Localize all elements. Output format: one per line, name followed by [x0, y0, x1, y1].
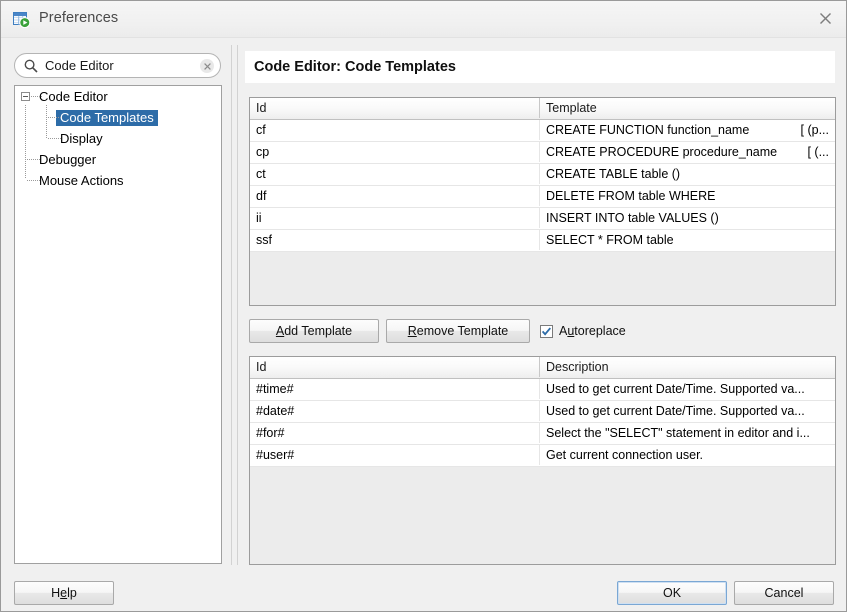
cell-template: SELECT * FROM table [540, 230, 835, 250]
cell-id: #time# [250, 379, 540, 399]
table-row[interactable]: cp CREATE PROCEDURE procedure_name [ (..… [250, 142, 835, 164]
cell-id: ii [250, 208, 540, 228]
title-bar: Preferences [1, 1, 846, 38]
cell-id: ssf [250, 230, 540, 250]
add-template-label-post: dd Template [284, 324, 353, 338]
table-row[interactable]: #user# Get current connection user. [250, 445, 835, 467]
table-row[interactable]: ssf SELECT * FROM table [250, 230, 835, 252]
variables-table[interactable]: Id Description #time# Used to get curren… [249, 356, 836, 565]
autoreplace-label: Autoreplace [559, 324, 626, 338]
autoreplace-label-post: toreplace [574, 324, 626, 338]
tree-guide [27, 180, 41, 181]
table-row[interactable]: ct CREATE TABLE table () [250, 164, 835, 186]
add-template-mnemonic: A [275, 324, 285, 338]
column-header-template[interactable]: Template [540, 98, 835, 118]
page-title-text: Code Editor: Code Templates [254, 59, 456, 75]
add-template-button[interactable]: Add Template [249, 319, 379, 343]
tree-guide [31, 96, 42, 97]
cell-template-tail: [ (... [807, 145, 829, 159]
cell-template: CREATE TABLE table () [540, 164, 835, 184]
sidebar-item-label: Display [60, 130, 103, 146]
preferences-dialog: Preferences Code Editor Code Editor Code… [0, 0, 847, 612]
tree-guide [27, 159, 41, 160]
sidebar-item-label: Debugger [39, 151, 97, 167]
table-row[interactable]: ii INSERT INTO table VALUES () [250, 208, 835, 230]
help-mnemonic: e [60, 586, 68, 600]
search-box[interactable] [14, 53, 221, 78]
templates-table[interactable]: Id Template cf CREATE FUNCTION function_… [249, 97, 836, 306]
cell-template: CREATE PROCEDURE procedure_name [ (... [540, 142, 835, 162]
checkbox-box[interactable] [540, 324, 553, 338]
cell-description: Get current connection user. [546, 448, 704, 462]
window-title: Preferences [39, 10, 119, 26]
remove-template-mnemonic: R [407, 324, 417, 338]
clear-icon[interactable] [200, 59, 214, 73]
cell-id: #date# [250, 401, 540, 421]
cell-template-text: DELETE FROM table WHERE [546, 189, 716, 203]
cell-id: #for# [250, 423, 540, 443]
table-header-row: Id Description [250, 357, 835, 379]
table-row[interactable]: df DELETE FROM table WHERE [250, 186, 835, 208]
cell-template-text: INSERT INTO table VALUES () [546, 211, 719, 225]
ok-button[interactable]: OK [617, 581, 727, 605]
cell-description: Used to get current Date/Time. Supported… [546, 404, 805, 418]
table-row[interactable]: #date# Used to get current Date/Time. Su… [250, 401, 835, 423]
search-icon [23, 58, 39, 74]
cell-template-text: CREATE TABLE table () [546, 167, 681, 181]
cell-template: INSERT INTO table VALUES () [540, 208, 835, 228]
check-icon [541, 327, 551, 336]
table-row[interactable]: #time# Used to get current Date/Time. Su… [250, 379, 835, 401]
collapse-icon[interactable] [21, 92, 30, 101]
column-header-description[interactable]: Description [540, 357, 835, 377]
help-label-post: lp [67, 586, 77, 600]
cell-template-text: CREATE PROCEDURE procedure_name [546, 145, 778, 159]
cell-id: #user# [250, 445, 540, 465]
sidebar-item-mouse-actions[interactable]: Mouse Actions [15, 170, 221, 191]
sidebar-item-display[interactable]: Display [15, 128, 221, 149]
tree-guide [48, 138, 62, 139]
cell-id: cp [250, 142, 540, 162]
search-input[interactable] [45, 54, 195, 77]
table-header-row: Id Template [250, 98, 835, 120]
help-button[interactable]: He lp [14, 581, 114, 605]
page-title: Code Editor: Code Templates [245, 51, 835, 83]
cell-id: ct [250, 164, 540, 184]
cell-description: Used to get current Date/Time. Supported… [546, 382, 805, 396]
close-icon[interactable] [802, 1, 846, 36]
cell-template: CREATE FUNCTION function_name [ (p... [540, 120, 835, 140]
cell-template-text: CREATE FUNCTION function_name [546, 123, 750, 137]
cell-id: df [250, 186, 540, 206]
cell-template: DELETE FROM table WHERE [540, 186, 835, 206]
panel-splitter[interactable] [231, 45, 238, 565]
tree-guide [48, 117, 62, 118]
sidebar-item-debugger[interactable]: Debugger [15, 149, 221, 170]
sidebar-item-label: Mouse Actions [39, 172, 124, 188]
sidebar-item-code-templates[interactable]: Code Templates [15, 107, 221, 128]
help-label-pre: H [51, 586, 61, 600]
sidebar-item-label: Code Templates [56, 109, 158, 126]
remove-template-label-post: emove Template [416, 324, 509, 338]
table-row[interactable]: cf CREATE FUNCTION function_name [ (p... [250, 120, 835, 142]
sidebar-item-code-editor[interactable]: Code Editor [15, 86, 221, 107]
cell-description: Select the "SELECT" statement in editor … [546, 426, 810, 440]
remove-template-button[interactable]: Remove Template [386, 319, 530, 343]
table-run-icon [13, 11, 31, 29]
table-row[interactable]: #for# Select the "SELECT" statement in e… [250, 423, 835, 445]
cell-id: cf [250, 120, 540, 140]
cell-template-tail: [ (p... [800, 123, 829, 137]
preferences-tree[interactable]: Code Editor Code Templates Display Debug… [14, 85, 222, 564]
cell-template-text: SELECT * FROM table [546, 233, 674, 247]
sidebar-item-label: Code Editor [39, 88, 108, 104]
column-header-id[interactable]: Id [250, 98, 540, 118]
autoreplace-checkbox[interactable]: Autoreplace [540, 321, 626, 341]
column-header-id[interactable]: Id [250, 357, 540, 377]
cancel-button[interactable]: Cancel [734, 581, 834, 605]
